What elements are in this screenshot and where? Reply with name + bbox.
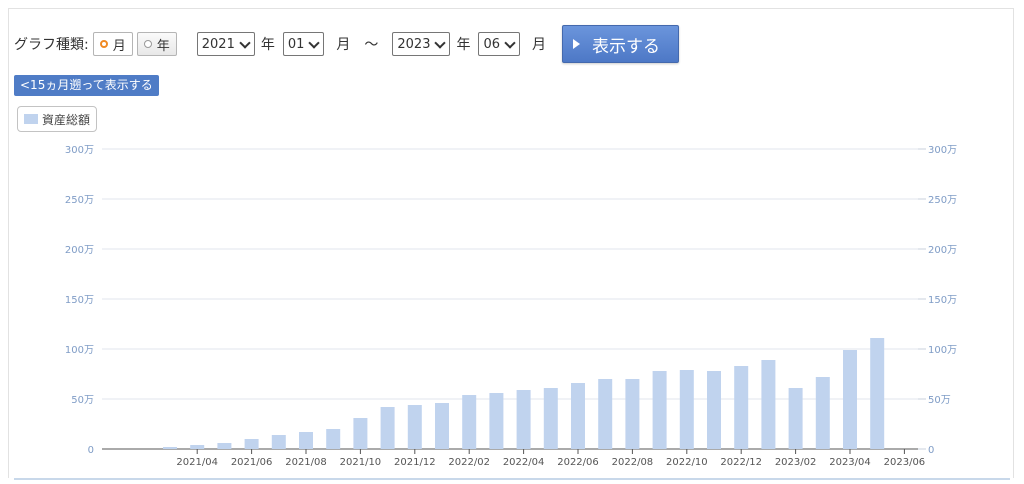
y-tick-label-right: 50万	[928, 395, 951, 406]
y-tick-label-right: 0	[928, 445, 934, 456]
y-tick-label-right: 150万	[928, 295, 957, 306]
y-tick-label-right: 300万	[928, 145, 957, 156]
x-tick-label: 2022/08	[612, 457, 654, 468]
x-tick-label: 2022/06	[557, 457, 599, 468]
bar	[734, 366, 749, 449]
bar	[543, 388, 558, 449]
bar	[353, 418, 368, 449]
bar	[435, 403, 449, 449]
x-tick-label: 2023/06	[884, 457, 926, 468]
y-tick-label-left: 300万	[65, 145, 94, 156]
bar	[217, 443, 232, 449]
bar	[679, 370, 694, 449]
y-tick-label-right: 250万	[928, 195, 957, 206]
bar	[815, 377, 830, 449]
bar	[598, 379, 613, 449]
bar	[516, 390, 531, 449]
y-tick-label-right: 200万	[928, 245, 957, 256]
bar	[788, 388, 803, 449]
x-tick-label: 2021/08	[285, 457, 327, 468]
x-tick-label: 2021/04	[176, 457, 218, 468]
bar	[163, 447, 177, 449]
x-tick-label: 2022/04	[503, 457, 545, 468]
bar	[870, 338, 885, 449]
bar	[652, 371, 667, 449]
bar	[462, 395, 477, 449]
x-tick-label: 2023/04	[829, 457, 871, 468]
bar	[761, 360, 776, 449]
bar	[271, 435, 286, 449]
bar	[489, 393, 504, 449]
bar	[407, 405, 422, 449]
bar	[244, 439, 259, 449]
y-tick-label-left: 200万	[65, 245, 94, 256]
y-tick-label-left: 250万	[65, 195, 94, 206]
x-tick-label: 2022/12	[720, 457, 762, 468]
x-tick-label: 2021/12	[394, 457, 436, 468]
x-tick-label: 2021/10	[340, 457, 382, 468]
y-tick-label-left: 100万	[65, 345, 94, 356]
bar	[625, 379, 640, 449]
bar	[299, 432, 313, 449]
y-tick-label-left: 0	[88, 445, 94, 456]
bar-chart: 0 0 50万 50万 100万 100万 150万 150万 200万 200万 250万 250万…	[65, 145, 957, 468]
bar	[571, 383, 585, 449]
bar	[380, 407, 395, 449]
bar	[707, 371, 721, 449]
x-tick-label: 2022/02	[448, 457, 490, 468]
x-tick-label: 2023/02	[775, 457, 817, 468]
x-tick-label: 2022/10	[666, 457, 708, 468]
bar	[190, 445, 205, 449]
y-tick-label-right: 100万	[928, 345, 957, 356]
bar	[326, 429, 341, 449]
bar	[843, 350, 857, 449]
y-tick-label-left: 50万	[71, 395, 94, 406]
x-tick-label: 2021/06	[231, 457, 273, 468]
y-tick-label-left: 150万	[65, 295, 94, 306]
